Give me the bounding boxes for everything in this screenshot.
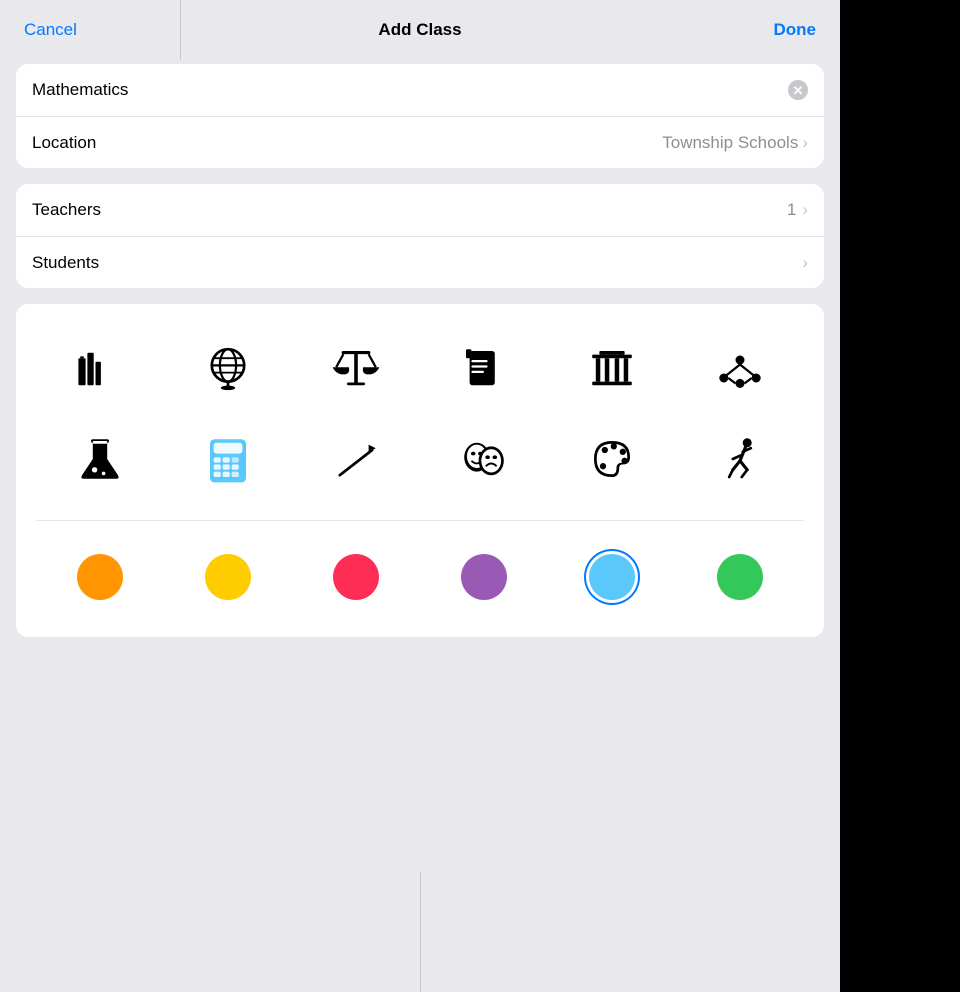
flask-icon[interactable]: [36, 414, 164, 504]
bottom-divider-line: [420, 872, 421, 992]
palette-icon[interactable]: [548, 414, 676, 504]
red-color-option[interactable]: [292, 537, 420, 617]
calculator-icon[interactable]: [164, 414, 292, 504]
notes-icon[interactable]: [420, 324, 548, 414]
pencil-icon[interactable]: [292, 414, 420, 504]
orange-color-option[interactable]: [36, 537, 164, 617]
purple-circle: [461, 554, 507, 600]
modal-header: Cancel Add Class Done: [0, 0, 840, 56]
modal-title: Add Class: [94, 20, 746, 40]
students-chevron-icon: ›: [802, 253, 808, 273]
running-icon[interactable]: [676, 414, 804, 504]
purple-color-option[interactable]: [420, 537, 548, 617]
top-divider-line: [180, 0, 181, 60]
color-grid: [16, 537, 824, 617]
orange-circle: [77, 554, 123, 600]
cancel-button[interactable]: Cancel: [24, 20, 94, 40]
books-icon[interactable]: [36, 324, 164, 414]
clear-button[interactable]: ✕: [788, 80, 808, 100]
location-row[interactable]: Location Township Schools ›: [16, 116, 824, 168]
done-button[interactable]: Done: [746, 20, 816, 40]
class-info-group: ✕ Location Township Schools ›: [16, 64, 824, 168]
class-name-row[interactable]: ✕: [16, 64, 824, 116]
teachers-chevron-icon: ›: [802, 200, 808, 220]
columns-icon[interactable]: [548, 324, 676, 414]
blue-color-option[interactable]: [548, 537, 676, 617]
location-label: Location: [32, 133, 662, 153]
location-value: Township Schools: [662, 133, 798, 153]
icon-color-divider: [36, 520, 804, 521]
red-circle: [333, 554, 379, 600]
students-label: Students: [32, 253, 802, 273]
icon-grid: [16, 324, 824, 504]
globe-icon[interactable]: [164, 324, 292, 414]
yellow-circle: [205, 554, 251, 600]
icon-color-section: [16, 304, 824, 637]
masks-icon[interactable]: [420, 414, 548, 504]
scales-icon[interactable]: [292, 324, 420, 414]
teachers-row[interactable]: Teachers 1 ›: [16, 184, 824, 236]
yellow-color-option[interactable]: [164, 537, 292, 617]
green-color-option[interactable]: [676, 537, 804, 617]
location-chevron-icon: ›: [802, 133, 808, 153]
blue-circle: [589, 554, 635, 600]
network-icon[interactable]: [676, 324, 804, 414]
teachers-count: 1: [787, 200, 796, 220]
green-circle: [717, 554, 763, 600]
students-row[interactable]: Students ›: [16, 236, 824, 288]
class-name-input[interactable]: [32, 80, 788, 100]
people-group: Teachers 1 › Students ›: [16, 184, 824, 288]
teachers-label: Teachers: [32, 200, 787, 220]
